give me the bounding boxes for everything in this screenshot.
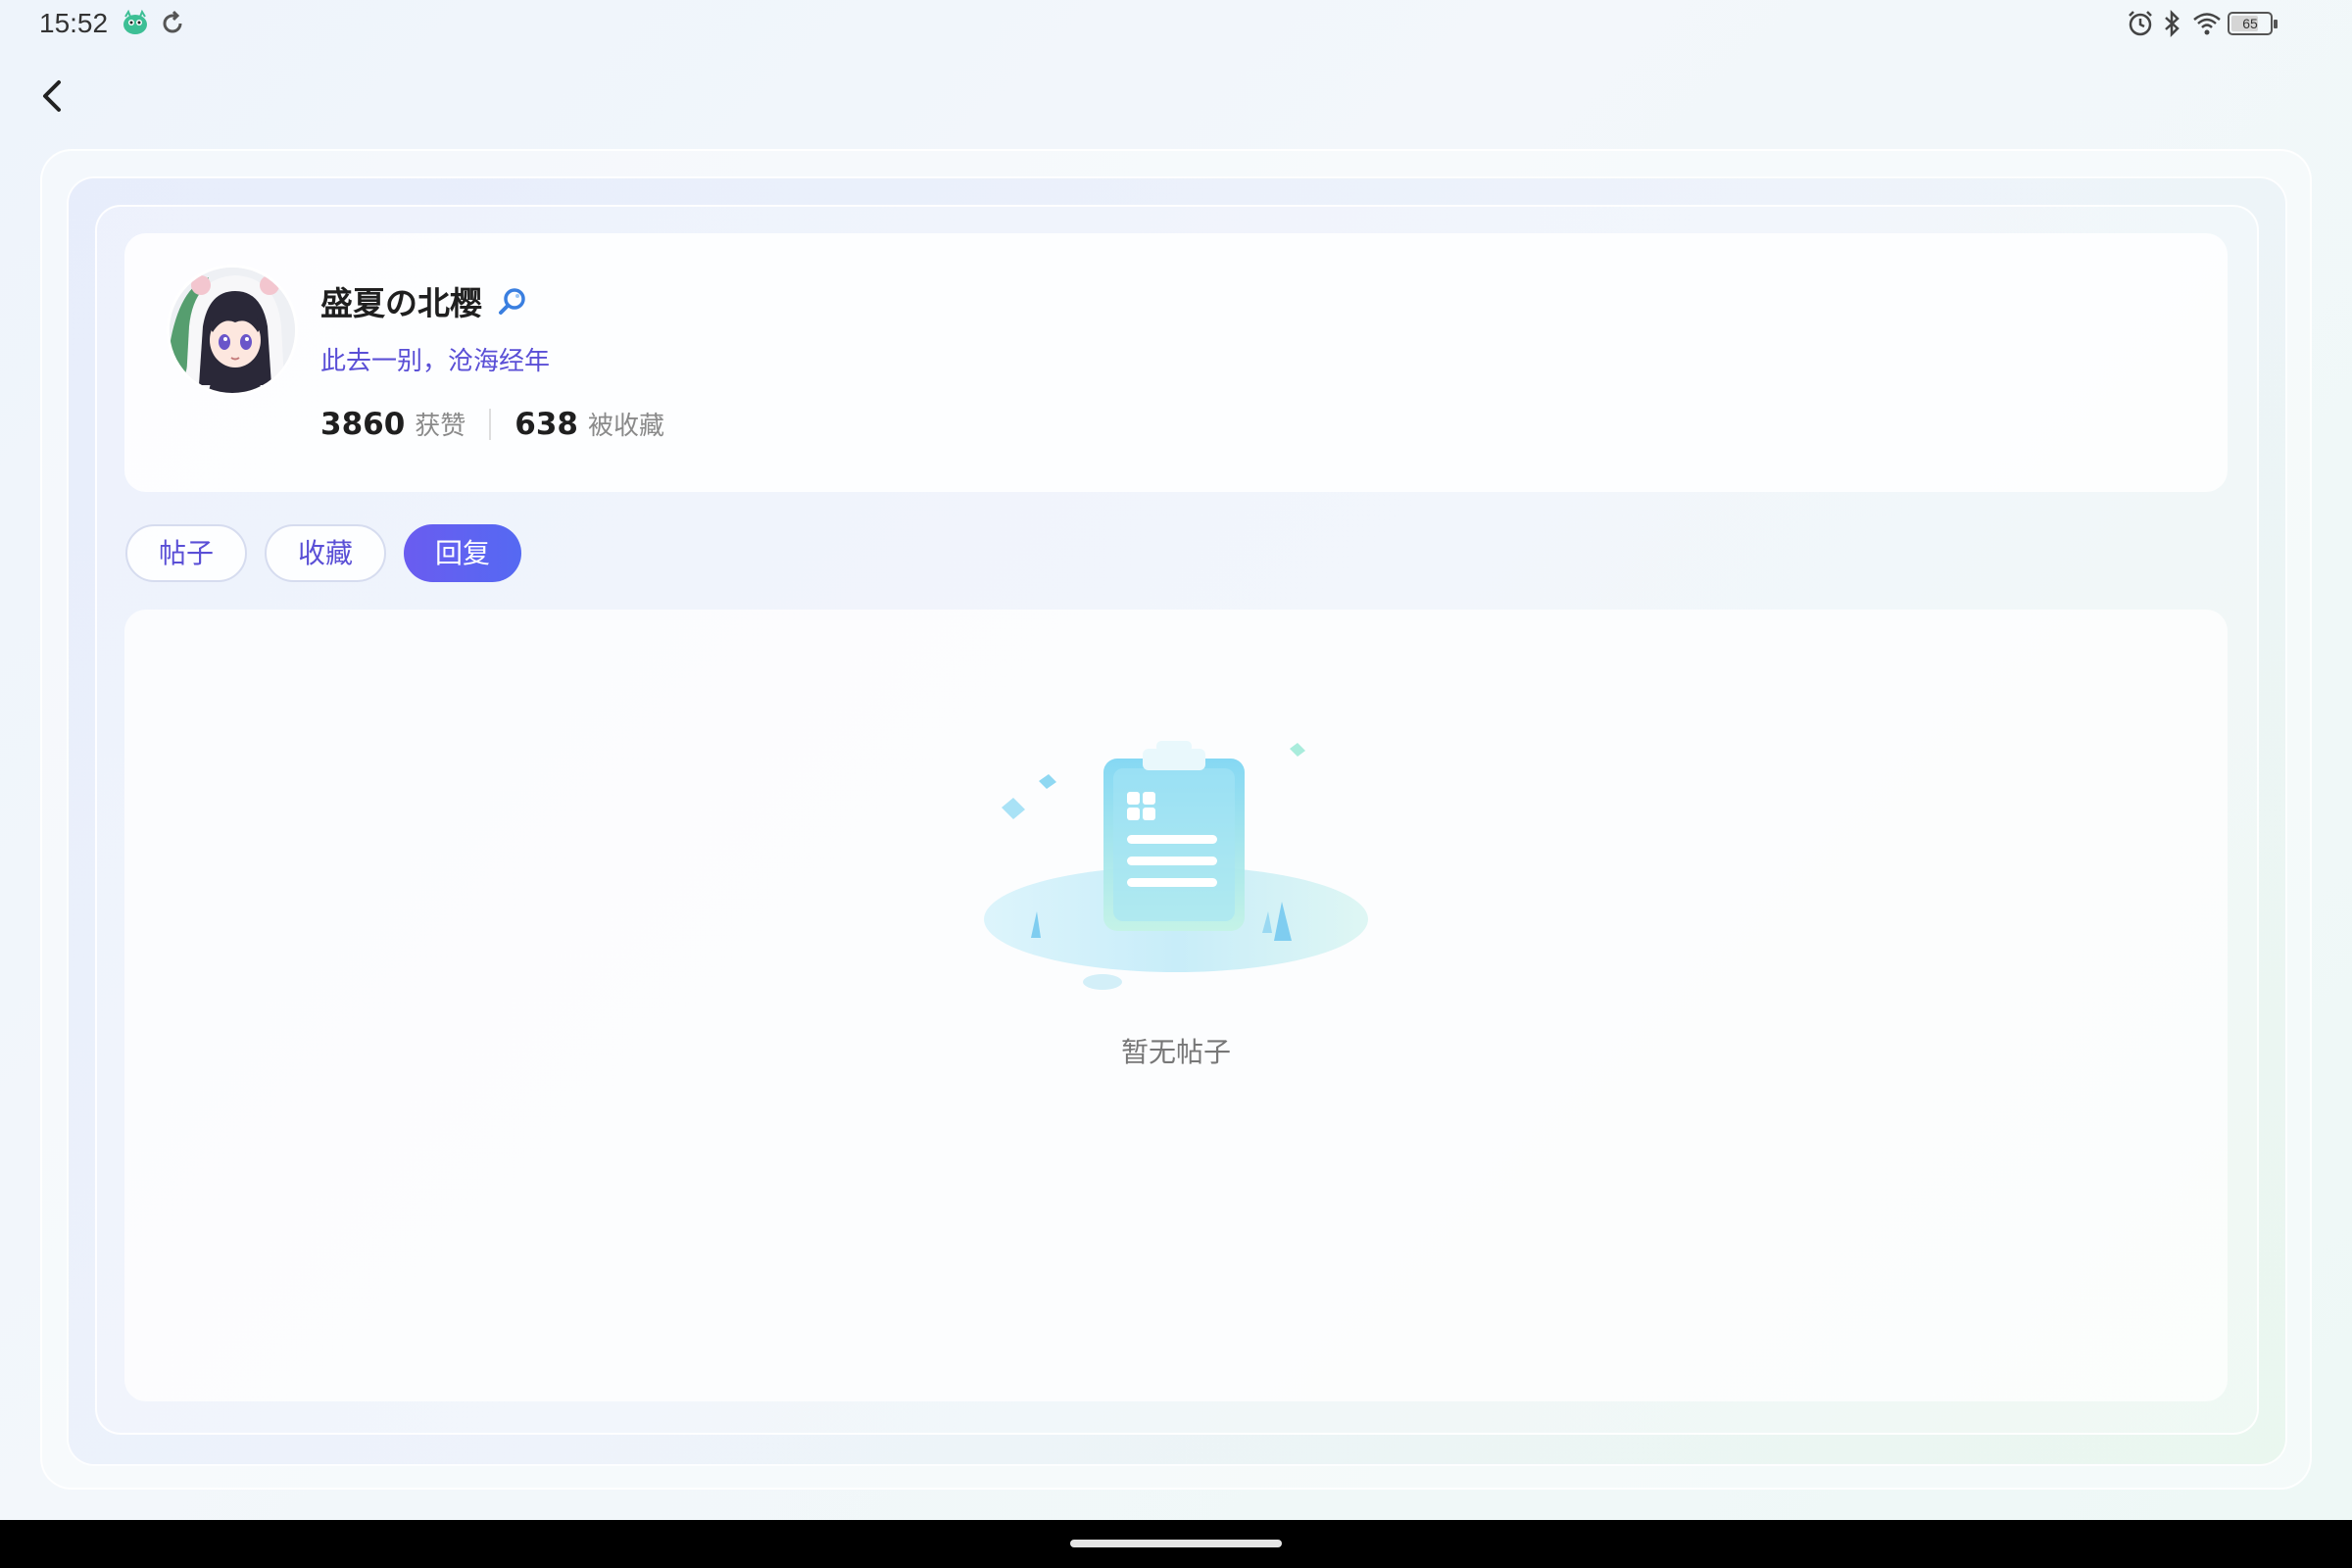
wifi-icon <box>2193 13 2221 35</box>
battery-level: 65 <box>2242 16 2258 31</box>
profile-tabs: 帖子 收藏 回复 <box>125 524 522 582</box>
content-card <box>124 610 2228 1401</box>
empty-clipboard-icon <box>984 741 1368 990</box>
chevron-left-icon <box>43 80 61 112</box>
likes-count: 3860 <box>320 407 406 442</box>
stats-divider <box>489 408 492 440</box>
signature: 此去一别，沧海经年 <box>320 347 551 376</box>
tab-replies[interactable]: 回复 <box>404 524 522 582</box>
status-bar: 15:52 65 <box>0 0 2352 49</box>
empty-state-text: 暂无帖子 <box>1120 1036 1231 1068</box>
avatar-image <box>170 268 295 393</box>
search-badge-icon[interactable] <box>495 284 530 319</box>
alarm-icon <box>2129 11 2152 36</box>
app-notification-icon <box>123 9 147 34</box>
avatar[interactable] <box>167 265 298 396</box>
likes-label: 获赞 <box>415 412 466 441</box>
sync-icon <box>163 10 182 33</box>
home-indicator[interactable] <box>1070 1540 1282 1547</box>
tab-favorites[interactable]: 收藏 <box>265 524 387 582</box>
back-button[interactable] <box>33 73 73 120</box>
bluetooth-icon <box>2165 9 2180 38</box>
battery-icon: 65 <box>2228 12 2278 35</box>
username: 盛夏の北樱 <box>320 284 482 322</box>
favorites-label: 被收藏 <box>588 412 665 441</box>
status-time: 15:52 <box>39 8 109 38</box>
tab-posts[interactable]: 帖子 <box>125 524 248 582</box>
profile-stats: 3860 获赞 638 被收藏 <box>320 406 664 442</box>
favorites-count: 638 <box>514 407 579 442</box>
